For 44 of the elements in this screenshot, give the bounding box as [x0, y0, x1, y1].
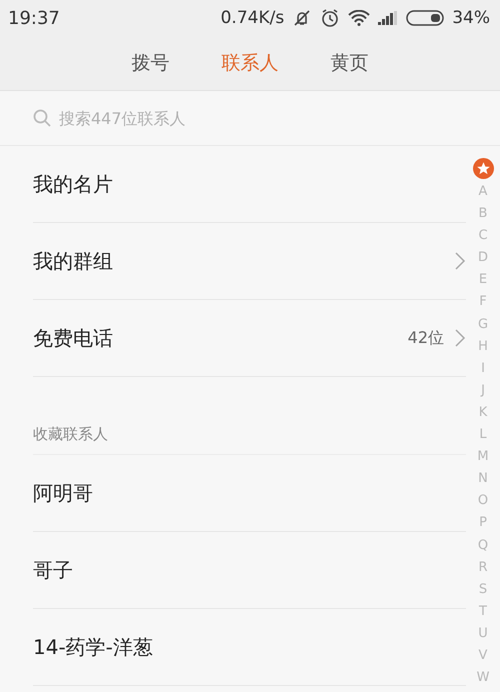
contact-item[interactable]: 我的群组 — [33, 248, 454, 274]
index-letter[interactable]: L — [479, 424, 487, 446]
index-letter[interactable]: U — [478, 622, 488, 645]
index-letter[interactable]: G — [478, 314, 488, 336]
index-letter[interactable]: D — [478, 247, 488, 270]
alarm-icon — [320, 8, 340, 28]
index-letter[interactable]: V — [478, 644, 488, 668]
index-letter[interactable]: N — [478, 468, 488, 490]
section-header: 收藏联系人 — [33, 425, 108, 444]
index-letter[interactable]: R — [478, 556, 488, 579]
index-letter[interactable]: Q — [478, 534, 488, 557]
index-letter[interactable]: F — [479, 291, 487, 314]
contact-item[interactable]: 阿明哥 — [33, 480, 466, 506]
index-letter[interactable]: T — [479, 600, 487, 623]
index-letter[interactable]: I — [481, 358, 485, 380]
index-letter[interactable]: W — [476, 667, 490, 690]
search-icon — [33, 109, 51, 127]
index-letter[interactable]: A — [478, 181, 488, 204]
network-speed: 0.74K/s — [220, 8, 284, 28]
contact-item[interactable]: 免费电话 — [33, 324, 408, 352]
index-letter[interactable]: B — [478, 203, 488, 226]
contact-item[interactable]: 我的名片 — [33, 170, 466, 198]
battery-percent: 34% — [452, 8, 490, 28]
status-time: 19:37 — [8, 8, 61, 28]
tab[interactable]: 黄页 — [330, 46, 368, 80]
signal-icon — [378, 11, 398, 25]
tab[interactable]: 拨号 — [132, 46, 170, 80]
wifi-icon — [348, 10, 370, 26]
search-field[interactable]: 搜索447位联系人 — [59, 108, 467, 128]
index-letter[interactable]: H — [478, 336, 488, 358]
count-label: 42位 — [408, 328, 444, 348]
muted-bell-icon — [292, 9, 312, 27]
index-letter[interactable]: M — [477, 446, 489, 468]
index-letter[interactable]: P — [479, 512, 487, 534]
tab[interactable]: 联系人 — [222, 46, 278, 80]
battery-icon — [406, 10, 444, 26]
index-letter[interactable]: J — [481, 380, 485, 402]
index-letter[interactable]: S — [478, 578, 488, 601]
index-letter[interactable]: C — [478, 225, 488, 248]
index-letter[interactable]: O — [478, 490, 488, 512]
index-letter[interactable]: E — [478, 269, 488, 292]
contact-item[interactable]: 14-药学-洋葱 — [33, 634, 466, 660]
contact-item[interactable]: 哥子 — [33, 556, 466, 584]
index-letter[interactable]: K — [478, 402, 488, 424]
